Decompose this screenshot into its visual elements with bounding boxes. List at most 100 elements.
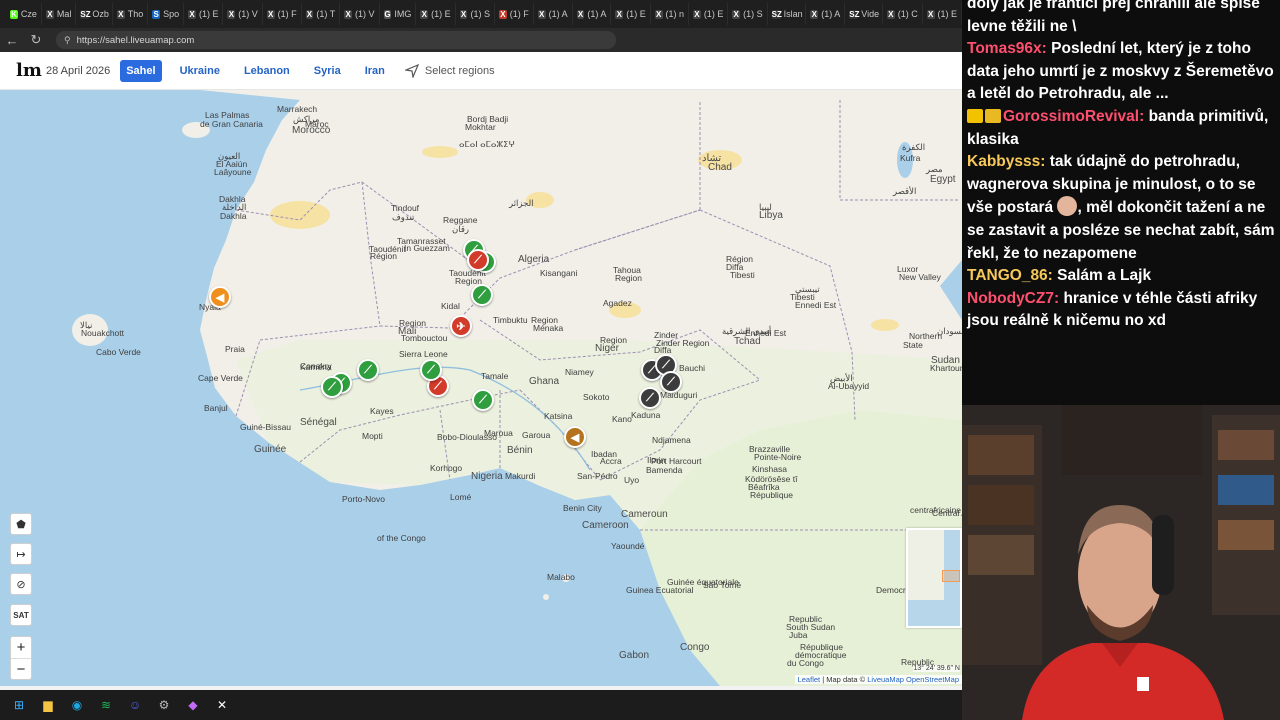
map-label: Cameroun [621, 509, 668, 520]
tab-title: Mal [56, 9, 72, 19]
hide-markers-button[interactable]: ⊘ [10, 573, 32, 595]
event-marker[interactable]: ⟋ [357, 359, 379, 381]
browser-tab[interactable]: SZ Vide [845, 3, 883, 25]
browser-tab[interactable]: X (1) V [340, 3, 380, 25]
url-field[interactable]: ⚲ https://sahel.liveuamap.com [56, 31, 616, 49]
browser-tab[interactable]: X (1) S [728, 3, 768, 25]
tab-title: Islan [783, 9, 803, 19]
map-label: Sierra Leone [399, 349, 448, 359]
event-marker[interactable]: ⟋ [639, 387, 661, 409]
browser-tab[interactable]: X (1) T [302, 3, 341, 25]
tab-title: (1) E [937, 9, 958, 19]
tab-title: Spo [163, 9, 180, 19]
tab-iran[interactable]: Iran [359, 60, 391, 82]
zoom-in-button[interactable]: + [11, 637, 31, 658]
browser-tab[interactable]: X (1) F [263, 3, 302, 25]
rifle-icon: ⟋ [364, 363, 372, 376]
leaflet-link[interactable]: Leaflet [798, 675, 821, 684]
draw-shape-button[interactable]: ⬟ [10, 513, 32, 535]
event-marker[interactable]: ⟋ [321, 376, 343, 398]
liveuamap-logo[interactable]: lm [16, 60, 42, 81]
select-regions-button[interactable]: Select regions [404, 63, 495, 78]
tab-favicon-icon: SZ [849, 9, 860, 19]
event-marker[interactable]: ⟋ [420, 359, 442, 381]
browser-tab[interactable]: S Spo [148, 3, 185, 25]
date-label[interactable]: 28 April 2026 [46, 65, 110, 77]
event-marker[interactable]: ⟋ [660, 371, 682, 393]
event-marker[interactable]: ◀ [209, 286, 231, 308]
map-label: رقان [452, 224, 469, 234]
tab-title: Vide [861, 9, 880, 19]
chat-username[interactable]: NobodyCZ7: [967, 290, 1063, 307]
tab-favicon-icon: SZ [771, 9, 782, 19]
map-label: Benin City [563, 503, 602, 513]
edge-browser-icon[interactable]: ◉ [68, 696, 86, 714]
taskbar: ⊞ ▆ ◉ ≋ ☺ ⚙ ◆ ✕ [0, 690, 962, 720]
measure-button[interactable]: ↦ [10, 543, 32, 565]
map-label: Cameroon [582, 520, 629, 531]
browser-tab[interactable]: X (1) E [689, 3, 729, 25]
tab-favicon-icon: X [420, 9, 429, 19]
satellite-toggle[interactable]: SAT [10, 604, 32, 626]
windows-start-icon[interactable]: ⊞ [10, 696, 28, 714]
browser-tab[interactable]: SZ Islan [768, 3, 807, 25]
minimap[interactable] [906, 528, 962, 628]
chat-username[interactable]: Tomas96x: [967, 40, 1051, 57]
map-label: São Tomé [703, 580, 742, 590]
tab-favicon-icon: X [266, 9, 275, 19]
browser-tab[interactable]: X (1) V [223, 3, 263, 25]
reload-icon[interactable]: ↻ [24, 32, 48, 48]
browser-tab[interactable]: X (1) S [456, 3, 495, 25]
map-label: Region [615, 273, 642, 283]
event-marker[interactable]: ⟋ [471, 284, 493, 306]
settings-icon[interactable]: ⚙ [155, 696, 173, 714]
browser-tab[interactable]: X Mal [42, 3, 77, 25]
tab-favicon-icon: K [10, 9, 18, 19]
site-info-icon[interactable]: ⚲ [64, 35, 71, 46]
map-label: Maroua [484, 428, 513, 438]
browser-tab[interactable]: X (1) n [651, 3, 690, 25]
file-explorer-icon[interactable]: ▆ [39, 696, 57, 714]
browser-tab[interactable]: X (1) A [573, 3, 612, 25]
copilot-icon[interactable]: ◆ [184, 696, 202, 714]
chat-username[interactable]: TANGO_86: [967, 267, 1057, 284]
browser-tab[interactable]: X (1) E [611, 3, 651, 25]
discord-icon[interactable]: ☺ [126, 696, 144, 714]
browser-tab[interactable]: K Cze [6, 3, 42, 25]
browser-tab[interactable]: X (1) E [416, 3, 456, 25]
back-icon[interactable]: ← [0, 33, 24, 48]
map-canvas[interactable]: Las Palmas de Gran Canaria Marrakech مراكش M… [0, 90, 962, 686]
event-marker[interactable]: ⟋ [467, 249, 489, 271]
browser-tab[interactable]: SZ Ozb [76, 3, 113, 25]
zoom-out-button[interactable]: − [11, 658, 31, 679]
chat-username[interactable]: GorossimoRevival: [1003, 108, 1149, 125]
browser-tab[interactable]: X Tho [113, 3, 149, 25]
browser-tab[interactable]: G IMG [380, 3, 417, 25]
tab-sahel[interactable]: Sahel [120, 59, 162, 82]
tab-ukraine[interactable]: Ukraine [174, 60, 226, 82]
tab-title: (1) F [509, 9, 529, 19]
event-marker[interactable]: ◀ [564, 426, 586, 448]
tab-title: IMG [394, 9, 412, 19]
tab-favicon-icon: X [615, 9, 624, 19]
chat-username[interactable]: Kabbysss: [967, 153, 1050, 170]
tab-lebanon[interactable]: Lebanon [238, 60, 296, 82]
spotify-icon[interactable]: ≋ [97, 696, 115, 714]
measure-icon: ↦ [16, 548, 26, 561]
browser-tab[interactable]: X (1) A [534, 3, 573, 25]
map-label: Mokhtar [465, 122, 496, 132]
osm-link[interactable]: OpenStreetMap [906, 675, 959, 684]
browser-tab[interactable]: X (1) E [184, 3, 224, 25]
browser-tab[interactable]: X (1) E [923, 3, 962, 25]
browser-tab[interactable]: X (1) C [883, 3, 923, 25]
event-marker[interactable]: ⟋ [472, 389, 494, 411]
browser-tab[interactable]: X (1) F [495, 3, 534, 25]
map-label: Kayes [370, 406, 394, 416]
liveuamap-link[interactable]: LiveuaMap [867, 675, 904, 684]
map-label: Cape Verde [198, 373, 243, 383]
event-marker[interactable]: ✈ [450, 315, 472, 337]
tab-syria[interactable]: Syria [308, 60, 347, 82]
x-app-icon[interactable]: ✕ [213, 696, 231, 714]
tab-favicon-icon: X [459, 9, 468, 19]
browser-tab[interactable]: X (1) A [806, 3, 846, 25]
